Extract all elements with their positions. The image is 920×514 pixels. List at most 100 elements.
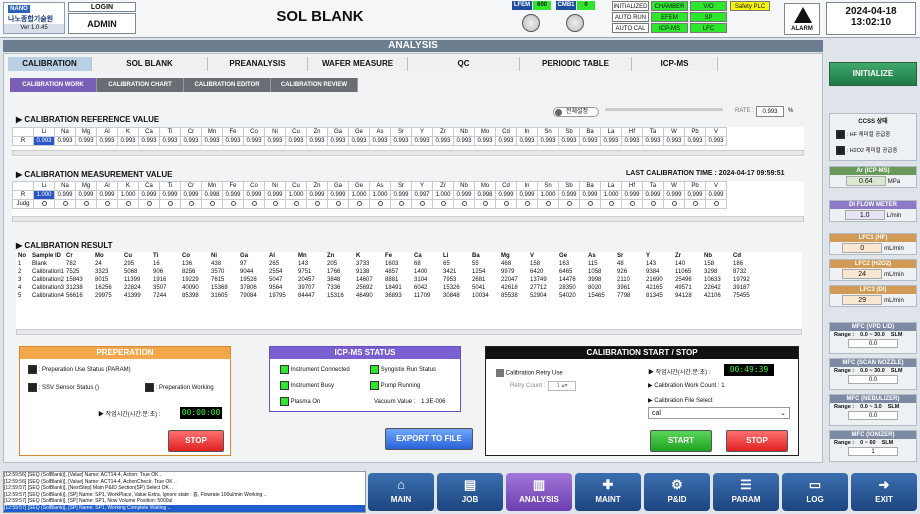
meas-value-cell[interactable]: 0.999 xyxy=(453,190,475,200)
ref-value-cell[interactable]: 0.993 xyxy=(327,136,349,146)
ref-value-cell[interactable]: 0.993 xyxy=(201,136,223,146)
meas-value-cell[interactable]: 0.999 xyxy=(390,190,412,200)
ref-value-cell[interactable]: 0.993 xyxy=(684,136,706,146)
ref-value-cell[interactable]: 0.993 xyxy=(222,136,244,146)
ref-value-cell[interactable]: 0.993 xyxy=(705,136,727,146)
calibration-stop-button[interactable]: STOP xyxy=(726,430,788,452)
meas-value-cell[interactable]: 1.000 xyxy=(33,190,55,200)
tab-icp-ms[interactable]: ICP-MS xyxy=(632,57,718,71)
tab-periodic-table[interactable]: PERIODIC TABLE xyxy=(520,57,632,71)
export-to-file-button[interactable]: EXPORT TO FILE xyxy=(385,428,473,450)
meas-value-cell[interactable]: 0.999 xyxy=(663,190,685,200)
retry-use-checkbox[interactable]: Calibration Retry Use xyxy=(496,369,563,377)
meas-value-cell[interactable]: 0.999 xyxy=(516,190,538,200)
retry-count-stepper[interactable]: 1 ▴▾ xyxy=(548,381,576,391)
tab-sol-blank[interactable]: SOL BLANK xyxy=(92,57,208,71)
nav-log-button[interactable]: ▭ LOG xyxy=(782,473,848,511)
nav-maint-button[interactable]: ✚ MAINT xyxy=(575,473,641,511)
meas-value-cell[interactable]: 0.999 xyxy=(579,190,601,200)
table-row[interactable]: 5 Calibration4 56616 29975 41399 7244 85398 316… xyxy=(16,292,760,300)
meas-value-cell[interactable]: 0.999 xyxy=(306,190,328,200)
ref-value-cell[interactable]: 0.993 xyxy=(75,136,97,146)
initialize-button[interactable]: INITIALIZE xyxy=(829,62,917,86)
subtab-calibration-chart[interactable]: CALIBRATION CHART xyxy=(97,78,184,92)
meas-value-cell[interactable]: 0.999 xyxy=(327,190,349,200)
meas-value-cell[interactable]: 0.997 xyxy=(411,190,433,200)
meas-value-cell[interactable]: 0.999 xyxy=(684,190,706,200)
ref-value-cell[interactable]: 0.993 xyxy=(117,136,139,146)
ref-value-cell[interactable]: 0.993 xyxy=(306,136,328,146)
log-panel[interactable]: [12:59:56] [SEQ (SolBlank)], [Value] Nam… xyxy=(3,471,366,513)
ref-value-cell[interactable]: 0.993 xyxy=(453,136,475,146)
meas-value-cell[interactable]: 0.999 xyxy=(159,190,181,200)
ref-value-cell[interactable]: 0.993 xyxy=(138,136,160,146)
meas-value-cell[interactable]: 1.000 xyxy=(432,190,454,200)
calibration-file-select[interactable]: cal ⌄ xyxy=(648,407,790,419)
meas-value-cell[interactable]: 1.000 xyxy=(537,190,559,200)
ref-value-cell[interactable]: 0.993 xyxy=(411,136,433,146)
meas-value-cell[interactable]: 1.000 xyxy=(348,190,370,200)
tab-calibration[interactable]: CALIBRATION xyxy=(8,57,92,71)
ref-value-cell[interactable]: 0.993 xyxy=(369,136,391,146)
meas-value-cell[interactable]: 0.998 xyxy=(474,190,496,200)
meas-value-cell[interactable]: 0.999 xyxy=(180,190,202,200)
meas-value-cell[interactable]: 0.999 xyxy=(495,190,517,200)
nav-exit-button[interactable]: ➜ EXIT xyxy=(851,473,917,511)
ref-value-cell[interactable]: 0.993 xyxy=(33,136,55,146)
rate-slider[interactable] xyxy=(605,108,723,111)
login-user[interactable]: ADMIN xyxy=(68,13,136,34)
meas-scrollbar[interactable] xyxy=(12,216,804,222)
ref-value-cell[interactable]: 0.993 xyxy=(600,136,622,146)
meas-value-cell[interactable]: 0.999 xyxy=(558,190,580,200)
set-all-toggle[interactable]: 전체설정 xyxy=(553,107,599,117)
subtab-calibration-editor[interactable]: CALIBRATION EDITOR xyxy=(184,78,271,92)
calibration-start-button[interactable]: START xyxy=(650,430,712,452)
ref-value-cell[interactable]: 0.993 xyxy=(516,136,538,146)
meas-value-cell[interactable]: 0.999 xyxy=(138,190,160,200)
ref-scrollbar[interactable] xyxy=(12,150,804,156)
prep-stop-button[interactable]: STOP xyxy=(168,430,224,452)
meas-value-cell[interactable]: 0.998 xyxy=(201,190,223,200)
ref-value-cell[interactable]: 0.993 xyxy=(537,136,559,146)
table-row[interactable]: 2 Calibration1 7525 3323 5068 906 8256 3570 9044… xyxy=(16,268,760,276)
ref-value-cell[interactable]: 0.993 xyxy=(579,136,601,146)
table-row[interactable]: 1 Blank 782 24 295 16 136 438 97 265 143 205 3733 160… xyxy=(16,260,760,268)
ref-value-cell[interactable]: 0.993 xyxy=(348,136,370,146)
meas-value-cell[interactable]: 0.999 xyxy=(621,190,643,200)
ref-value-cell[interactable]: 0.993 xyxy=(390,136,412,146)
meas-value-cell[interactable]: 1.000 xyxy=(369,190,391,200)
meas-value-cell[interactable]: 1.000 xyxy=(117,190,139,200)
ref-value-cell[interactable]: 0.993 xyxy=(474,136,496,146)
subtab-calibration-work[interactable]: CALIBRATION WORK xyxy=(10,78,97,92)
ref-value-cell[interactable]: 0.993 xyxy=(159,136,181,146)
ref-value-cell[interactable]: 0.993 xyxy=(243,136,265,146)
ref-value-cell[interactable]: 0.993 xyxy=(642,136,664,146)
meas-value-cell[interactable]: 0.999 xyxy=(705,190,727,200)
tab-preanalysis[interactable]: PREANALYSIS xyxy=(208,57,308,71)
meas-value-cell[interactable]: 0.999 xyxy=(75,190,97,200)
meas-value-cell[interactable]: 0.999 xyxy=(54,190,76,200)
ref-value-cell[interactable]: 0.993 xyxy=(432,136,454,146)
nav-param-button[interactable]: ☰ PARAM xyxy=(713,473,779,511)
table-row[interactable]: 4 Calibration3 31238 16256 22824 3507 40090 153… xyxy=(16,284,760,292)
ref-value-cell[interactable]: 0.993 xyxy=(663,136,685,146)
meas-value-cell[interactable]: 0.999 xyxy=(222,190,244,200)
table-row[interactable]: 3 Calibration2 15843 8015 11399 1916 19229 7615… xyxy=(16,276,760,284)
meas-value-cell[interactable]: 1.000 xyxy=(600,190,622,200)
nav-main-button[interactable]: ⌂ MAIN xyxy=(368,473,434,511)
ref-value-cell[interactable]: 0.993 xyxy=(285,136,307,146)
ref-value-cell[interactable]: 0.993 xyxy=(180,136,202,146)
meas-value-cell[interactable]: 1.000 xyxy=(285,190,307,200)
nav-p-id-button[interactable]: ⚙ P&ID xyxy=(644,473,710,511)
result-scrollbar[interactable] xyxy=(16,329,802,335)
tab-wafer-measure[interactable]: WAFER MEASURE xyxy=(308,57,408,71)
ref-value-cell[interactable]: 0.993 xyxy=(495,136,517,146)
meas-value-cell[interactable]: 0.999 xyxy=(96,190,118,200)
ref-value-cell[interactable]: 0.993 xyxy=(54,136,76,146)
subtab-calibration-review[interactable]: CALIBRATION REVIEW xyxy=(271,78,358,92)
ref-value-cell[interactable]: 0.993 xyxy=(558,136,580,146)
alarm-button[interactable]: ALARM xyxy=(784,3,820,35)
nav-job-button[interactable]: ▤ JOB xyxy=(437,473,503,511)
rate-input[interactable]: 0.993 xyxy=(756,106,784,117)
meas-value-cell[interactable]: 0.999 xyxy=(642,190,664,200)
